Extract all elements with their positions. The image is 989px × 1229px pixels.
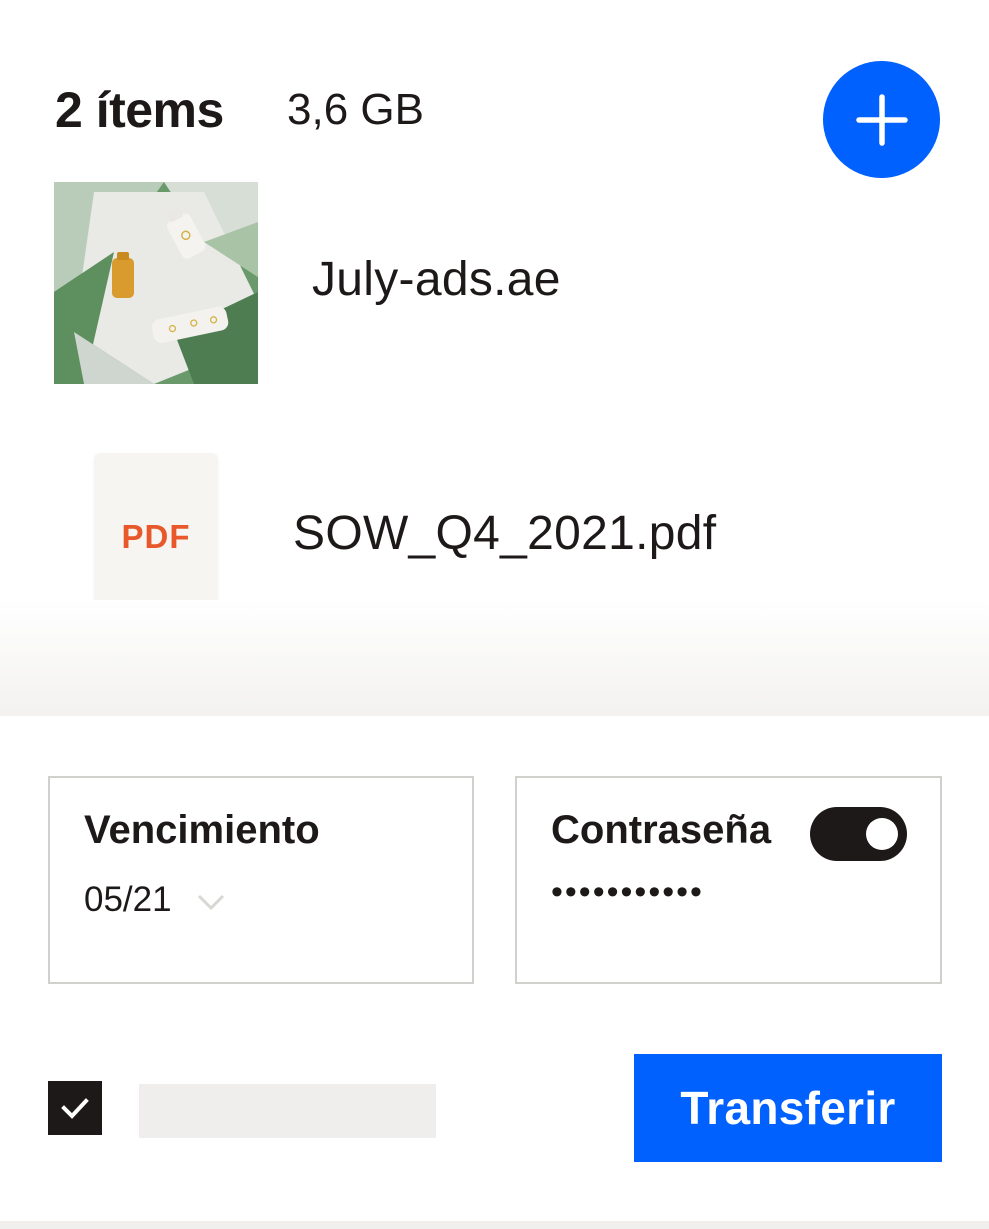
bottom-divider [0,1221,989,1229]
file-name[interactable]: July-ads.ae [312,252,561,308]
confirm-checkbox[interactable] [48,1081,102,1135]
password-title: Contraseña [551,808,772,852]
transfer-button[interactable]: Transferir [634,1054,942,1162]
pdf-file-icon[interactable]: PDF [94,453,218,620]
password-card: Contraseña ••••••••••• [515,776,942,984]
pdf-label: PDF [121,517,191,555]
password-toggle[interactable] [810,807,907,861]
expiry-card[interactable]: Vencimiento 05/21 [48,776,474,984]
checkbox-label-placeholder [139,1084,436,1138]
checkmark-icon [61,1098,89,1119]
items-count: 2 ítems [55,82,224,138]
password-field[interactable]: ••••••••••• [551,872,704,912]
file-name[interactable]: SOW_Q4_2021.pdf [293,506,716,562]
plus-icon [855,93,908,146]
add-files-button[interactable] [823,61,940,178]
toggle-knob [866,818,898,850]
expiry-title: Vencimiento [84,808,320,852]
product-bottles-image [54,182,258,384]
items-total-size: 3,6 GB [287,85,424,134]
expiry-date-select[interactable]: 05/21 [84,879,172,921]
divider-fade [0,600,989,716]
chevron-down-icon[interactable] [195,890,227,914]
file-thumbnail-image[interactable] [54,182,258,384]
